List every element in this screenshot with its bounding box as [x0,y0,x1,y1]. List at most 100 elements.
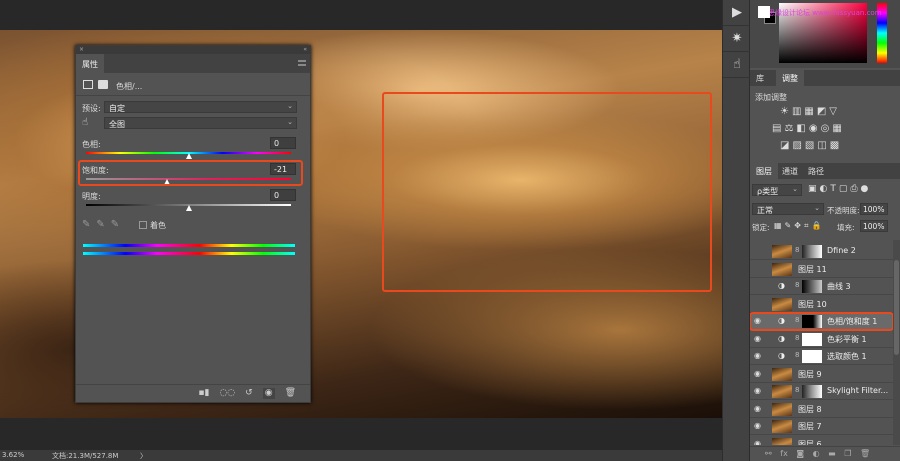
eye-icon[interactable]: ◉ [754,386,764,395]
layer-bottom-icons[interactable]: ⚯ fx ◙ ◐ ▬ ❐ 🗑 [750,446,900,461]
lock-label: 锁定: [752,223,770,232]
link-icon: 8 [795,386,800,394]
mask-icon[interactable] [98,80,108,89]
layer-name: 图层 9 [798,369,822,379]
filter-type-select[interactable]: ρ类型 ⌄ [752,184,802,196]
link-icon: 8 [795,246,800,254]
adjustment-icons-row2[interactable]: ▤⚖◧◉◎▦ [772,123,845,134]
play-icon[interactable]: ▶ [723,0,751,26]
close-icon[interactable]: × [79,46,84,54]
adjustment-layer-icon: ◑ [778,333,785,343]
hue-thumb[interactable] [186,153,192,159]
eye-icon[interactable]: ◉ [754,334,764,343]
adjustment-layer-icon: ◑ [778,281,785,290]
chevron-down-icon: ⌄ [287,118,293,126]
colorize-label: 着色 [150,221,166,230]
tab-channels[interactable]: 通道 [776,163,804,179]
adjustment-icons-row1[interactable]: ☀▥▦◩▽ [780,106,840,117]
layer-row[interactable]: ◉ ◑ 8 色相/饱和度 1 [750,312,893,331]
collapse-icon[interactable]: « [303,46,307,54]
tab-paths[interactable]: 路径 [802,163,830,179]
layer-thumbnail [772,367,792,381]
right-panels: 思缘设计论坛 www.missyuan.com 库 调整 添加调整 ☀▥▦◩▽ … [750,0,900,461]
preset-label: 预设: [82,104,101,113]
lightness-label: 明度: [82,192,101,201]
eye-icon[interactable]: ◉ [754,351,764,360]
layer-row[interactable]: ◉ 8 Skylight Filter... [750,383,893,400]
tab-layers[interactable]: 图层 [750,163,778,179]
clip-to-layer-icon[interactable]: ▪▮ [198,388,209,399]
color-panel: 思缘设计论坛 www.missyuan.com [750,0,900,68]
layer-name: 曲线 3 [827,282,851,291]
trash-icon[interactable]: 🗑 [285,388,296,399]
layer-row[interactable]: 8 Dfine 2 [750,243,893,260]
layer-row[interactable]: ◉ ◑ 8 选取颜色 1 [750,348,893,365]
layer-name: 图层 11 [798,264,827,274]
layers-scrollbar[interactable] [893,240,900,445]
layer-row[interactable]: 图层 11 [750,261,893,278]
link-icon: 8 [795,351,800,359]
eye-icon[interactable]: ◉ [754,439,764,446]
adjustment-icons-row3[interactable]: ◪▨▧◫▩ [780,140,842,151]
reset-icon[interactable]: ↺ [245,388,253,399]
visibility-icon[interactable]: ◉ [262,388,275,399]
hand-icon[interactable]: ☝ [723,52,751,78]
lightness-input[interactable]: 0 [270,189,296,201]
panel-menu-icon[interactable] [298,60,306,66]
foreground-color[interactable] [758,6,770,18]
status-arrow[interactable]: 〉 [140,451,147,461]
fill-label: 填充: [837,223,855,232]
adjustment-layer-icon: ◑ [778,351,785,360]
view-previous-icon[interactable]: ◌◌ [219,388,235,399]
status-bar: 3.62% 文档:21.3M/527.8M 〉 [0,450,722,461]
layer-row[interactable]: ◉ 图层 9 [750,366,893,383]
properties-panel: × « 属性 色相/... 预设: 自定 ⌄ ☝ 全图 ⌄ 色相: 0 饱和度: -2… [75,45,311,403]
layer-thumbnail [772,437,792,445]
eye-icon[interactable]: ◉ [754,369,764,378]
blend-mode-select[interactable]: 正常 ⌄ [752,203,824,215]
layer-name: 色相/饱和度 1 [827,317,878,326]
lightness-thumb[interactable] [186,205,192,211]
range-select[interactable]: 全图 ⌄ [104,117,297,129]
fill-input[interactable]: 100% [860,220,888,232]
opacity-input[interactable]: 100% [860,203,888,215]
tab-adjustments[interactable]: 调整 [776,70,804,86]
layer-mask-thumbnail [802,350,822,363]
tab-library[interactable]: 库 [750,70,770,86]
layer-row[interactable]: ◑ 8 曲线 3 [750,278,893,295]
preset-value: 自定 [109,104,125,113]
layer-thumbnail [772,245,792,258]
layer-row[interactable]: ◉ ◑ 8 色彩平衡 1 [750,331,893,348]
tab-properties[interactable]: 属性 [76,54,104,73]
layer-row[interactable]: ◉ 图层 8 [750,401,893,418]
eye-icon[interactable]: ◉ [754,421,764,430]
chevron-down-icon: ⌄ [287,102,293,110]
adjustment-name: 色相/... [116,82,143,91]
range-value: 全图 [109,120,125,129]
filter-mask-thumbnail [802,385,822,398]
color-bar-top [83,244,295,247]
add-adjustment-title: 添加调整 [755,93,787,102]
adjustment-layer-icon: ◑ [778,316,785,325]
layer-thumbnail [772,385,792,398]
layer-thumbnail [772,262,792,276]
layer-row[interactable]: 图层 10 [750,296,893,313]
hand-target-icon[interactable]: ☝ [82,117,88,128]
filter-icons[interactable]: ▣◐T▢⎙● [808,184,871,194]
layer-name: Skylight Filter... [827,386,889,395]
layer-name: 图层 7 [798,422,822,431]
eye-icon[interactable]: ◉ [754,404,764,413]
brightness-icon[interactable]: ✷ [723,26,751,52]
lock-icons[interactable]: ▦✎✥⌗🔒 [774,221,824,231]
layer-row[interactable]: ◉ 图层 6 [750,436,893,446]
hue-input[interactable]: 0 [270,137,296,149]
eyedropper-icons[interactable]: ✎✎✎ [82,219,125,230]
eye-icon[interactable]: ◉ [754,316,764,325]
colorize-checkbox[interactable] [139,221,147,229]
color-bar-bottom [83,252,295,255]
adjust-tabs: 库 调整 [750,70,900,86]
adjustment-icon[interactable] [83,80,93,89]
layer-row[interactable]: ◉ 图层 7 [750,418,893,435]
preset-select[interactable]: 自定 ⌄ [104,101,297,113]
blend-mode-value: 正常 [757,206,773,215]
